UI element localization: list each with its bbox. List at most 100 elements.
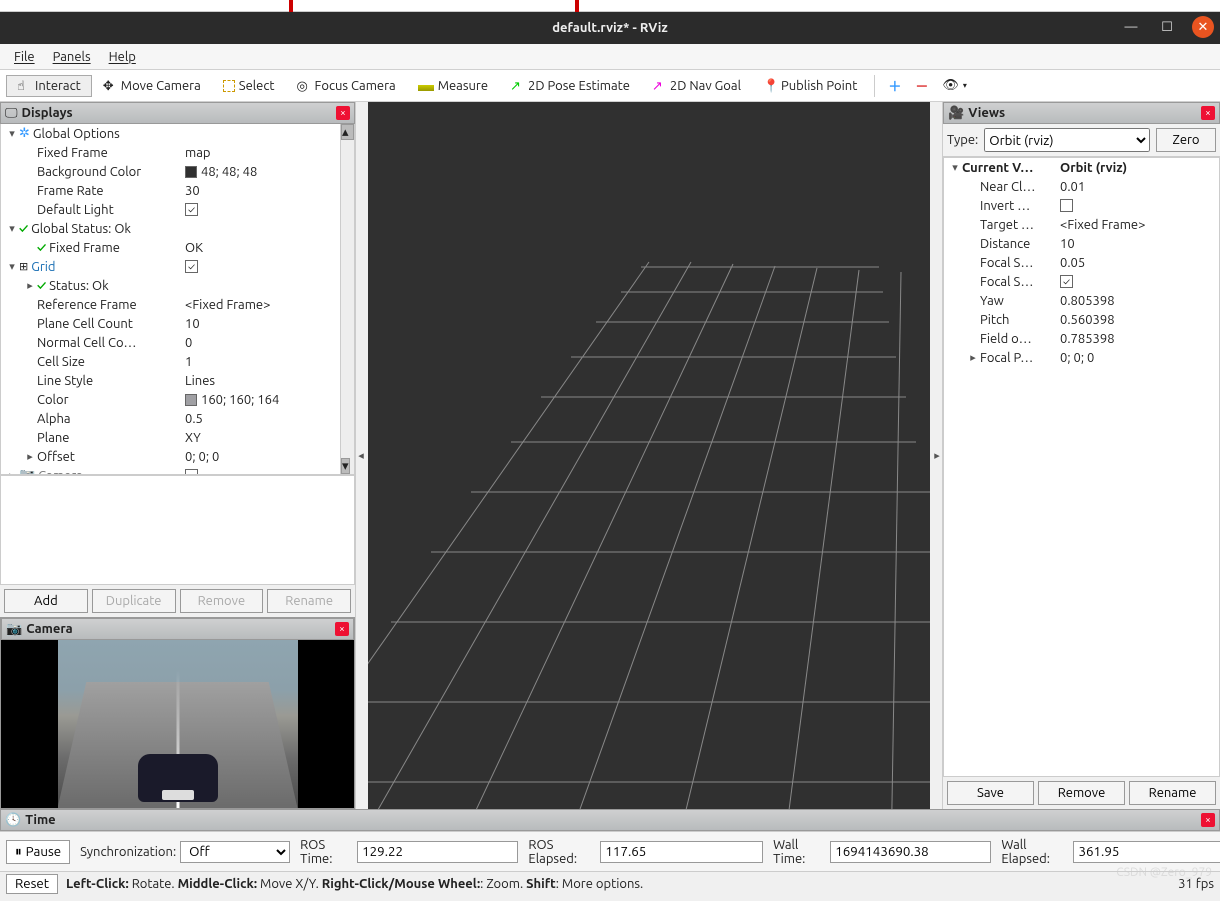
tree-row[interactable]: ▾✓ Global Status: Ok [1,219,340,238]
tree-row[interactable]: ✓ Fixed FrameOK [1,238,340,257]
ros-elapsed-input[interactable] [600,841,763,863]
wall-time-input[interactable] [830,841,991,863]
pause-button[interactable]: ⏸ Pause [6,840,70,864]
tree-row[interactable]: Pitch0.560398 [944,310,1219,329]
ros-time-input[interactable] [357,841,518,863]
tree-row[interactable]: ▸📷 Camera [1,466,340,475]
tree-row[interactable]: Near Cl…0.01 [944,177,1219,196]
tree-row[interactable]: Fixed Framemap [1,143,340,162]
close-panel-icon[interactable]: × [1201,106,1215,120]
tree-row[interactable]: Plane Cell Count10 [1,314,340,333]
tree-row[interactable]: Frame Rate30 [1,181,340,200]
tool-select[interactable]: Select [212,75,286,97]
status-bar: Reset Left-Click: Rotate. Middle-Click: … [0,871,1220,895]
minus-icon: － [915,76,928,95]
tree-row[interactable]: Field o…0.785398 [944,329,1219,348]
remove-button[interactable]: Remove [180,589,264,613]
tool-2d-pose-estimate[interactable]: ↗ 2D Pose Estimate [499,75,641,97]
tree-row[interactable]: Yaw0.805398 [944,291,1219,310]
wall-elapsed-input[interactable] [1073,841,1220,863]
type-label: Type: [947,133,978,147]
eye-icon: 👁 [942,78,959,93]
menu-help[interactable]: Help [101,48,144,66]
tree-row[interactable]: Distance10 [944,234,1219,253]
tool-publish-point[interactable]: 📍 Publish Point [752,75,868,97]
tree-row[interactable]: Background Color48; 48; 48 [1,162,340,181]
tree-row[interactable]: Focal S…✓ [944,272,1219,291]
tool-add-display[interactable]: ＋ [881,72,908,99]
tree-row[interactable]: ▸Focal P…0; 0; 0 [944,348,1219,367]
tree-row[interactable]: Cell Size1 [1,352,340,371]
select-icon [223,80,235,92]
rename-view-button[interactable]: Rename [1129,781,1216,805]
views-icon: 🎥 [948,106,964,121]
grid-render [368,102,930,809]
time-panel-header[interactable]: 🕓 Time × [0,809,1220,831]
close-icon[interactable]: ✕ [1192,16,1214,38]
displays-panel-header[interactable]: 🖵 Displays × [0,102,355,124]
camera-icon: 📷 [6,622,22,637]
right-column: 🎥 Views × Type: Orbit (rviz) Zero ▾Curre… [942,102,1220,809]
checkbox[interactable] [1060,199,1073,212]
tree-row[interactable]: ▾✲ Global Options [1,124,340,143]
tree-row[interactable]: ▸✓ Status: Ok [1,276,340,295]
save-view-button[interactable]: Save [947,781,1034,805]
checkbox[interactable]: ✓ [1060,275,1073,288]
splitter-left[interactable]: ◂ [356,102,366,809]
tool-remove-display[interactable]: － [908,72,935,99]
camera-view[interactable] [1,640,354,808]
tool-measure[interactable]: Measure [407,75,499,97]
tree-row[interactable]: ▾⊞ Grid✓ [1,257,340,276]
sync-select[interactable]: Off [180,841,290,863]
menu-file[interactable]: File [6,48,43,66]
scroll-down-icon[interactable]: ▾ [341,458,350,474]
checkbox[interactable] [185,469,198,475]
tool-2d-nav-goal[interactable]: ↗ 2D Nav Goal [641,75,752,97]
tool-visibility[interactable]: 👁▾ [935,74,974,97]
add-button[interactable]: Add [4,589,88,613]
tree-row[interactable]: Default Light✓ [1,200,340,219]
property-description [0,475,355,585]
tree-row[interactable]: ▸Offset0; 0; 0 [1,447,340,466]
tree-row[interactable]: Line StyleLines [1,371,340,390]
displays-tree[interactable]: ▾✲ Global OptionsFixed FramemapBackgroun… [0,124,355,475]
tree-row[interactable]: Color160; 160; 164 [1,390,340,409]
duplicate-button[interactable]: Duplicate [92,589,176,613]
zero-button[interactable]: Zero [1156,128,1216,152]
menu-panels[interactable]: Panels [45,48,99,66]
views-panel-header[interactable]: 🎥 Views × [943,102,1220,124]
scrollbar[interactable]: ▴ ▾ [340,124,354,474]
rename-button[interactable]: Rename [267,589,351,613]
move-camera-icon: ✥ [103,79,117,93]
checkbox[interactable]: ✓ [185,260,198,273]
close-panel-icon[interactable]: × [335,622,349,636]
remove-view-button[interactable]: Remove [1038,781,1125,805]
toolbar-separator [874,75,875,97]
views-tree[interactable]: ▾Current V…Orbit (rviz)Near Cl…0.01Inver… [943,157,1220,777]
checkbox[interactable]: ✓ [185,203,198,216]
camera-panel-header[interactable]: 📷 Camera × [1,618,354,640]
tree-row[interactable]: Focal S…0.05 [944,253,1219,272]
close-panel-icon[interactable]: × [1201,813,1215,827]
tree-row[interactable]: ▾Current V…Orbit (rviz) [944,158,1219,177]
tool-focus-camera[interactable]: ◎ Focus Camera [286,75,407,97]
view-type-select[interactable]: Orbit (rviz) [984,128,1150,152]
titlebar: default.rviz* - RViz — ☐ ✕ [0,12,1220,44]
maximize-icon[interactable]: ☐ [1156,16,1178,38]
minimize-icon[interactable]: — [1120,16,1142,38]
tool-interact[interactable]: ☝ Interact [6,75,92,97]
scroll-up-icon[interactable]: ▴ [341,124,354,140]
tree-row[interactable]: Invert … [944,196,1219,215]
nav-goal-icon: ↗ [652,79,666,93]
tree-row[interactable]: Target …<Fixed Frame> [944,215,1219,234]
tree-row[interactable]: Reference Frame<Fixed Frame> [1,295,340,314]
splitter-right[interactable]: ▸ [932,102,942,809]
publish-point-icon: 📍 [763,79,777,93]
tree-row[interactable]: PlaneXY [1,428,340,447]
tree-row[interactable]: Alpha0.5 [1,409,340,428]
reset-button[interactable]: Reset [6,874,58,894]
tree-row[interactable]: Normal Cell Co…0 [1,333,340,352]
3d-viewport[interactable] [368,102,930,809]
close-panel-icon[interactable]: × [336,106,350,120]
tool-move-camera[interactable]: ✥ Move Camera [92,75,212,97]
